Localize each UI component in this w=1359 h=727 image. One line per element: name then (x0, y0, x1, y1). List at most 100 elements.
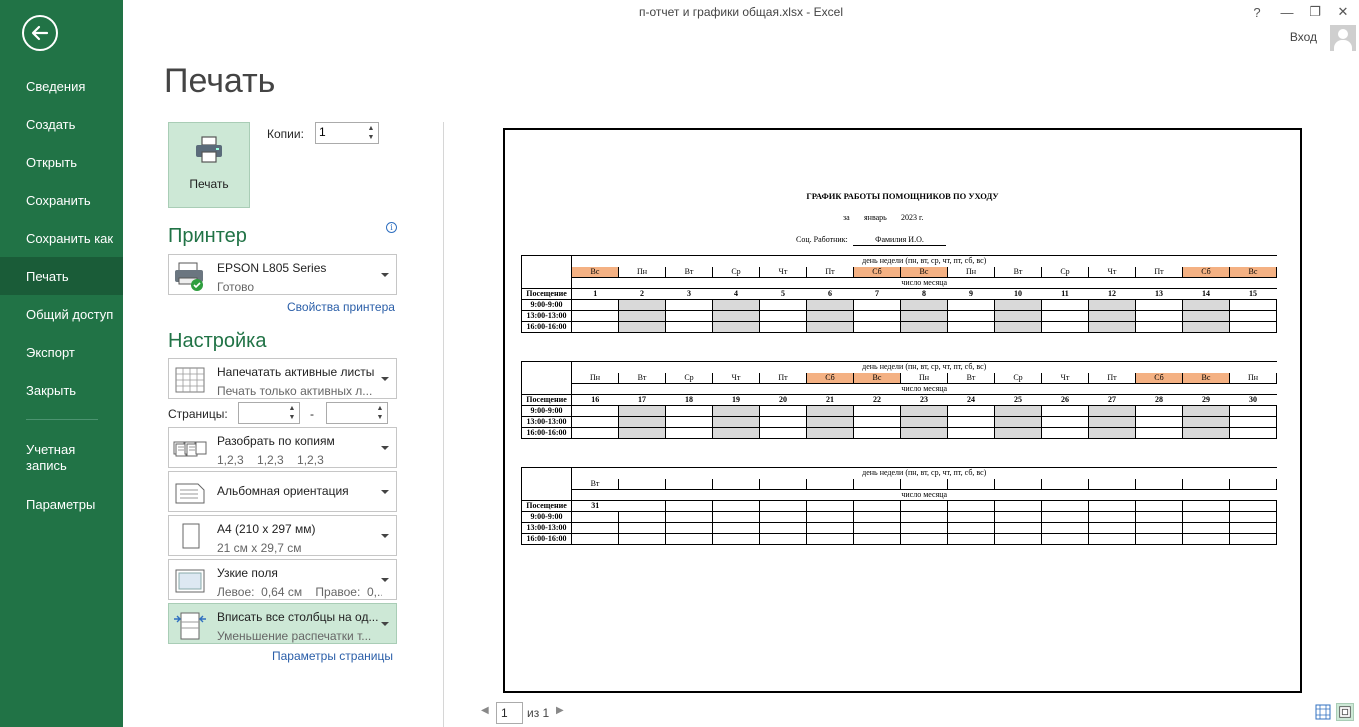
schedule-cell (571, 427, 619, 439)
close-button[interactable]: ✕ (1329, 2, 1357, 22)
schedule-cell (571, 310, 619, 322)
pages-from-up-icon[interactable]: ▲ (287, 404, 297, 413)
weekday-cell: Вт (947, 372, 995, 384)
preview-worker-name: Фамилия И.О. (853, 235, 946, 246)
weekday-cell: Сб (806, 372, 854, 384)
copies-label: Копии: (267, 127, 304, 141)
collate-select[interactable]: Разобрать по копиям 1,2,3 1,2,3 1,2,3 (168, 427, 397, 468)
minimize-button[interactable]: — (1273, 2, 1301, 22)
schedule-cell (1229, 321, 1277, 333)
nav-account[interactable]: Учетная запись (0, 438, 123, 478)
prev-page-icon[interactable]: ◀ (481, 705, 489, 716)
chevron-down-icon (381, 533, 389, 538)
printer-status: Готово (217, 280, 255, 294)
schedule-cell (994, 405, 1042, 417)
copies-up-icon[interactable]: ▲ (366, 124, 376, 133)
page-title: Печать (164, 62, 276, 100)
schedule-cell (1229, 405, 1277, 417)
schedule-cell (1229, 310, 1277, 322)
nav-save[interactable]: Сохранить (0, 181, 123, 219)
schedule-cell (1041, 416, 1089, 428)
sheet-grid-icon (175, 367, 205, 393)
nav-share-label: Общий доступ (26, 306, 114, 322)
schedule-cell (571, 533, 619, 545)
weekday-header: день недели (пн, вт, ср, чт, пт, сб, вс) (571, 255, 1277, 267)
pages-to-down-icon[interactable]: ▼ (375, 413, 385, 422)
copies-input[interactable] (319, 125, 363, 139)
margins-select[interactable]: Узкие поля Левое: 0,64 см Правое: 0,... (168, 559, 397, 600)
page-setup-link[interactable]: Параметры страницы (272, 649, 393, 663)
window-title: п-отчет и графики общая.xlsx - Excel (639, 5, 843, 19)
day-number-cell: 22 (853, 394, 901, 406)
schedule-cell (853, 405, 901, 417)
schedule-cell (618, 416, 666, 428)
pages-dash: - (310, 407, 314, 421)
schedule-cell (759, 299, 807, 311)
weekday-cell: Вс (853, 372, 901, 384)
time-slot-label: 16:00-16:00 (521, 533, 572, 545)
nav-close[interactable]: Закрыть (0, 371, 123, 409)
nav-new[interactable]: Создать (0, 105, 123, 143)
zoom-to-page-icon[interactable] (1336, 703, 1354, 721)
schedule-cell (1088, 533, 1136, 545)
schedule-cell (900, 321, 948, 333)
schedule-cell (1182, 405, 1230, 417)
schedule-cell (947, 427, 995, 439)
nav-share[interactable]: Общий доступ (0, 295, 123, 333)
fit-columns-icon (174, 612, 206, 640)
next-page-icon[interactable]: ▶ (556, 705, 564, 716)
schedule-cell (853, 310, 901, 322)
restore-button[interactable]: ❐ (1301, 2, 1329, 22)
schedule-cell (1229, 511, 1277, 523)
print-button[interactable]: Печать (168, 122, 250, 208)
orientation-select[interactable]: Альбомная ориентация (168, 471, 397, 512)
printer-ready-icon (175, 262, 203, 291)
paper-size-select[interactable]: A4 (210 x 297 мм) 21 см x 29,7 см (168, 515, 397, 556)
nav-save-as[interactable]: Сохранить как (0, 219, 123, 257)
weekday-cell: Вс (1229, 266, 1277, 278)
info-icon[interactable]: i (386, 222, 397, 233)
printer-properties-link[interactable]: Свойства принтера (287, 300, 395, 314)
nav-print[interactable]: Печать (0, 257, 123, 295)
schedule-cell (618, 427, 666, 439)
nav-options[interactable]: Параметры (0, 485, 123, 523)
help-button[interactable]: ? (1243, 2, 1271, 22)
time-slot-label: 13:00-13:00 (521, 416, 572, 428)
pages-to-up-icon[interactable]: ▲ (375, 404, 385, 413)
sign-in-link[interactable]: Вход (1290, 30, 1317, 44)
schedule-cell (1088, 405, 1136, 417)
schedule-cell (1229, 522, 1277, 534)
scaling-select[interactable]: Вписать все столбцы на од... Уменьшение … (168, 603, 397, 644)
schedule-cell (1088, 416, 1136, 428)
schedule-cell (571, 405, 619, 417)
avatar[interactable] (1330, 25, 1356, 51)
copies-stepper[interactable]: ▲ ▼ (315, 122, 379, 144)
schedule-cell (1182, 511, 1230, 523)
schedule-cell (1135, 522, 1183, 534)
schedule-cell (900, 405, 948, 417)
preview-worker-label: Соц. Работник: (796, 235, 848, 244)
schedule-cell (1182, 310, 1230, 322)
print-scope-select[interactable]: Напечатать активные листы Печать только … (168, 358, 397, 399)
show-margins-icon[interactable] (1314, 703, 1332, 721)
schedule-cell (618, 299, 666, 311)
nav-open[interactable]: Открыть (0, 143, 123, 181)
day-number-cell: 15 (1229, 288, 1277, 300)
weekday-cell: Вт (571, 478, 619, 490)
copies-down-icon[interactable]: ▼ (366, 133, 376, 142)
time-slot-label: 9:00-9:00 (521, 299, 572, 311)
printer-select[interactable]: EPSON L805 Series Готово (168, 254, 397, 295)
pages-to-stepper[interactable]: ▲ ▼ (326, 402, 388, 424)
pages-from-stepper[interactable]: ▲ ▼ (238, 402, 300, 424)
nav-info[interactable]: Сведения (0, 67, 123, 105)
schedule-cell (571, 522, 619, 534)
chevron-down-icon (381, 376, 389, 381)
pages-from-down-icon[interactable]: ▼ (287, 413, 297, 422)
daynum-header: число месяца (901, 384, 948, 393)
back-button[interactable] (22, 15, 58, 51)
nav-export[interactable]: Экспорт (0, 333, 123, 371)
page-icon (182, 523, 200, 549)
nav-export-label: Экспорт (26, 344, 75, 360)
schedule-cell (618, 511, 666, 523)
current-page-input[interactable]: 1 (496, 702, 523, 724)
